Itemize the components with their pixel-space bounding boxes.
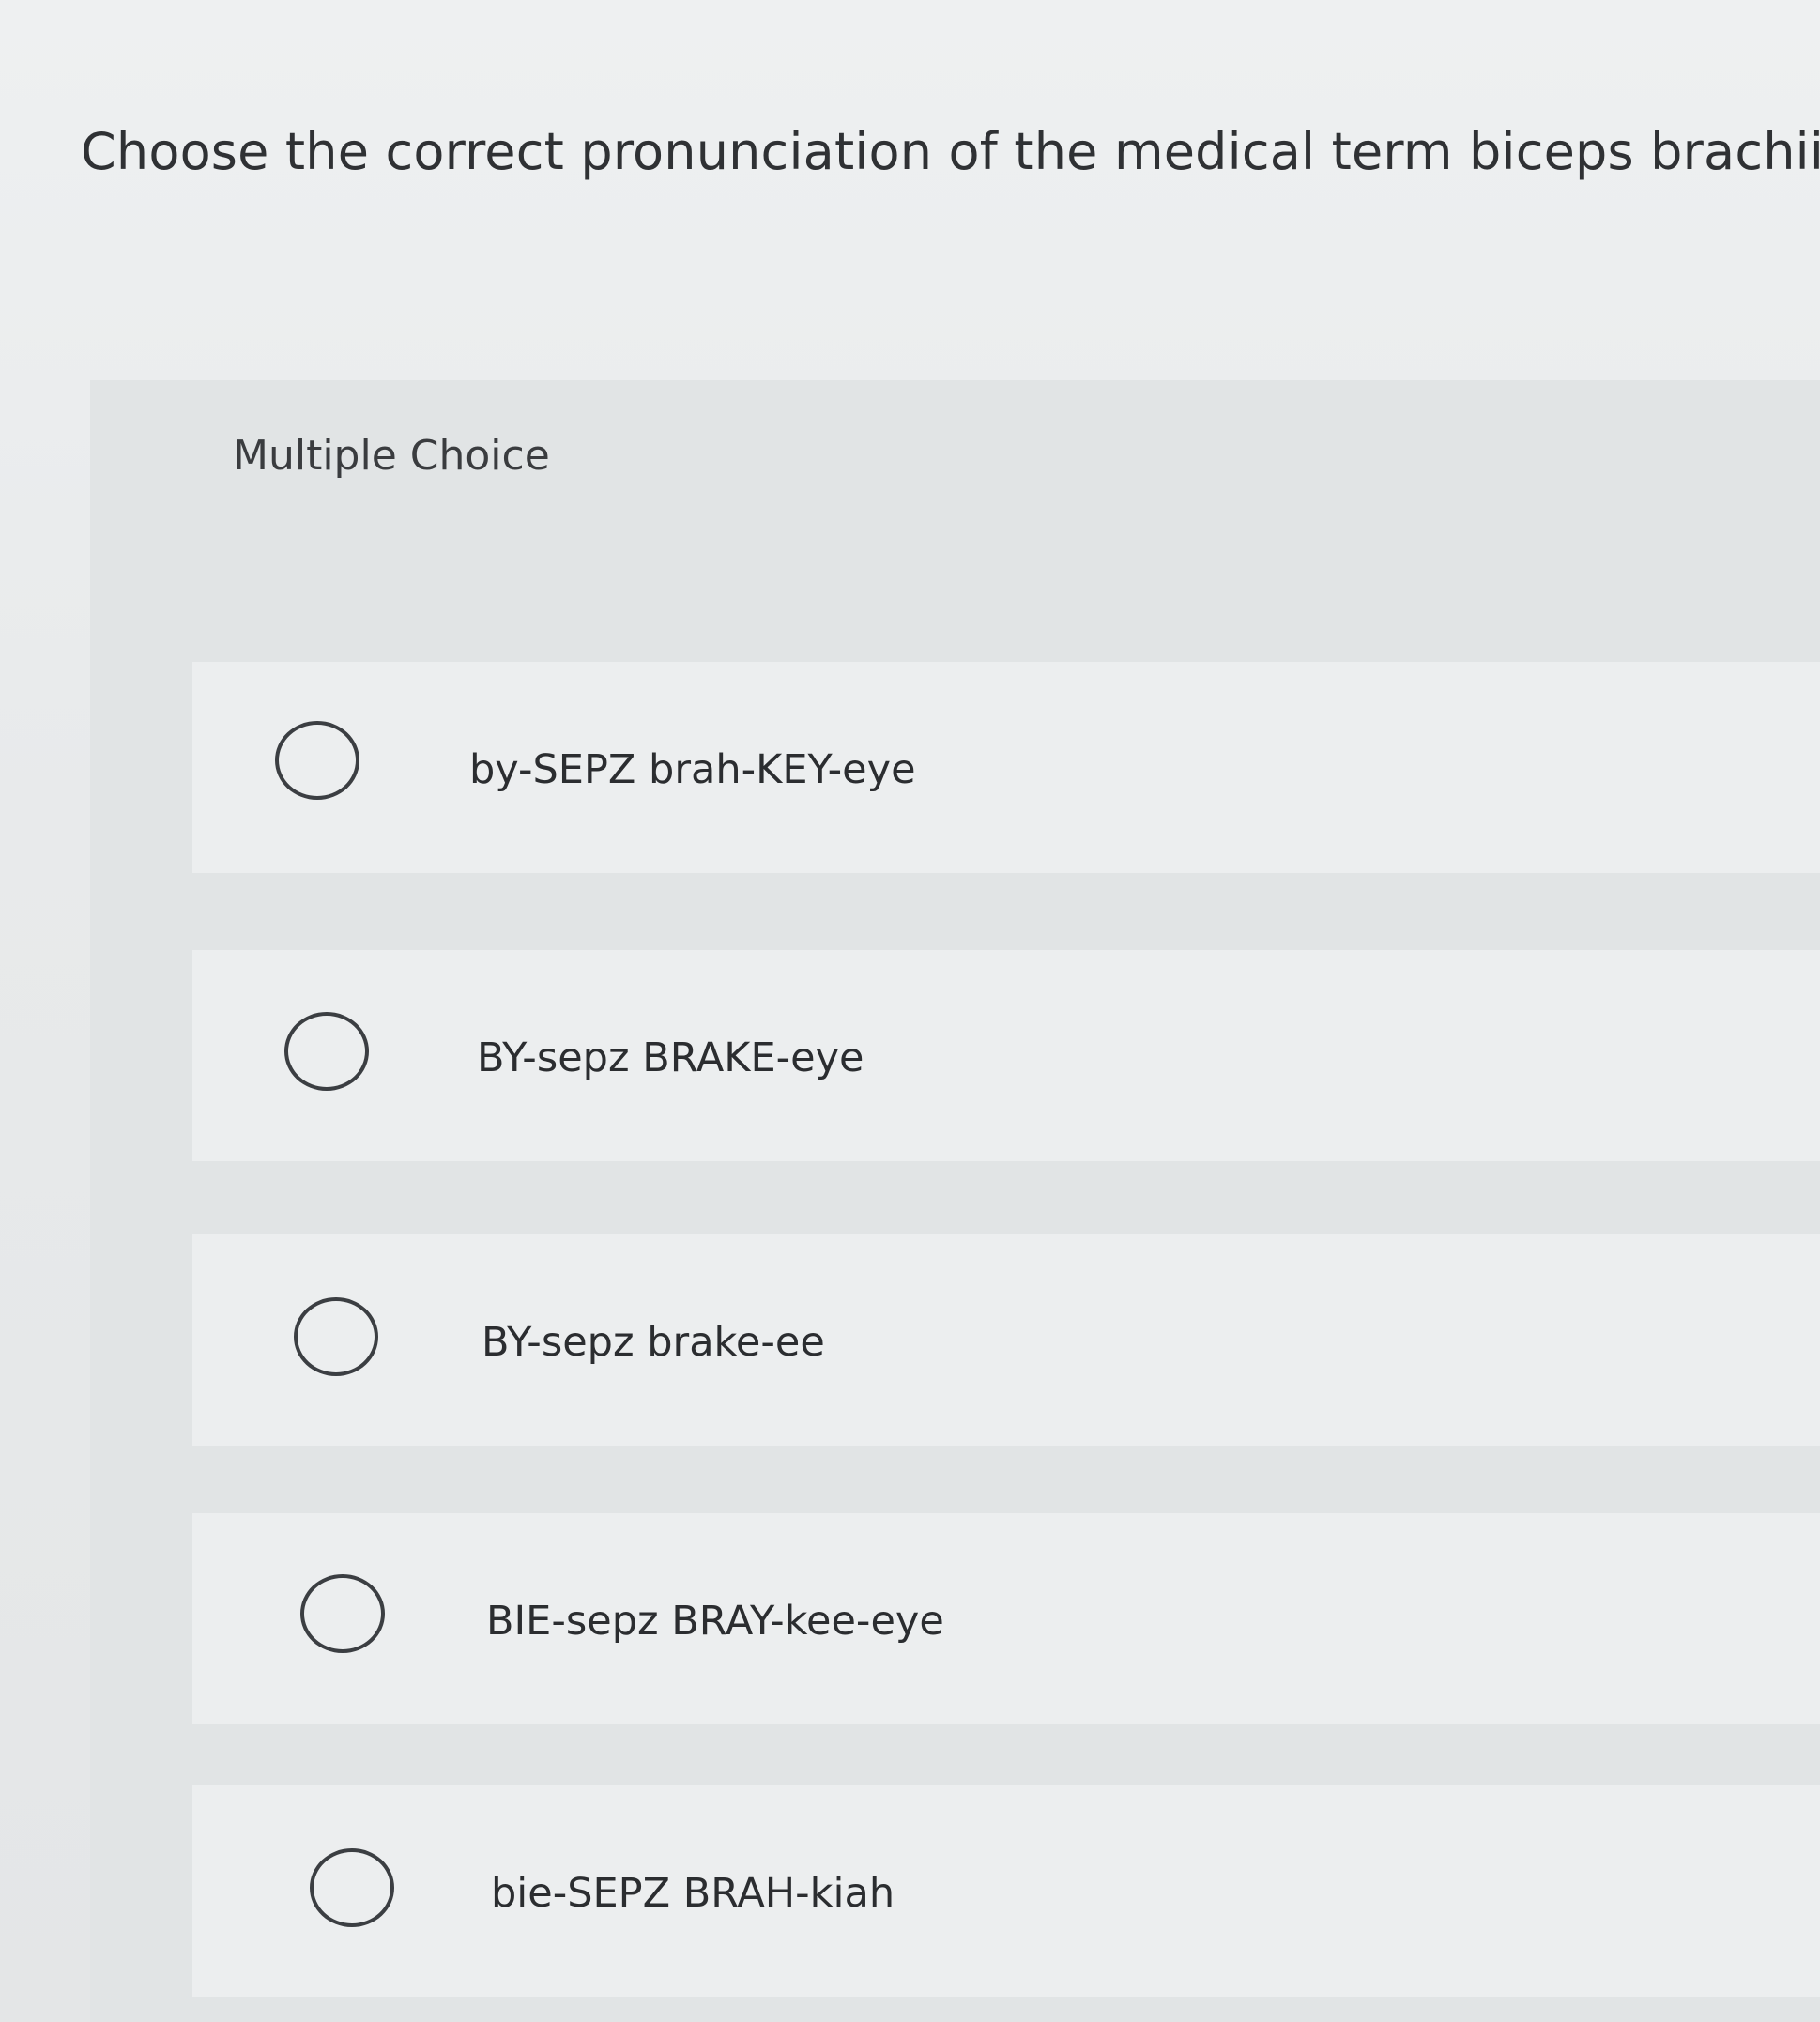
radio-button-icon[interactable] <box>284 1012 369 1091</box>
choice-label: by-SEPZ brah-KEY-eye <box>469 746 916 793</box>
choice-option-3[interactable]: BY-sepz brake-ee <box>192 1234 1820 1446</box>
choice-option-1[interactable]: by-SEPZ brah-KEY-eye <box>192 662 1820 873</box>
question-text: Choose the correct pronunciation of the … <box>81 122 1820 181</box>
choice-option-5[interactable]: bie-SEPZ BRAH-kiah <box>192 1785 1820 1997</box>
choice-label: bie-SEPZ BRAH-kiah <box>491 1870 895 1917</box>
radio-button-icon[interactable] <box>294 1297 378 1376</box>
multiple-choice-header: Multiple Choice <box>233 432 550 480</box>
choice-label: BIE-sepz BRAY-kee-eye <box>486 1598 944 1645</box>
choice-label: BY-sepz BRAKE-eye <box>477 1034 864 1081</box>
choice-label: BY-sepz brake-ee <box>482 1319 825 1366</box>
radio-button-icon[interactable] <box>300 1574 385 1653</box>
multiple-choice-panel <box>90 380 1820 2022</box>
radio-button-icon[interactable] <box>310 1848 394 1927</box>
choice-option-2[interactable]: BY-sepz BRAKE-eye <box>192 950 1820 1161</box>
choice-option-4[interactable]: BIE-sepz BRAY-kee-eye <box>192 1513 1820 1724</box>
page: Choose the correct pronunciation of the … <box>0 0 1820 2022</box>
radio-button-icon[interactable] <box>275 721 359 800</box>
